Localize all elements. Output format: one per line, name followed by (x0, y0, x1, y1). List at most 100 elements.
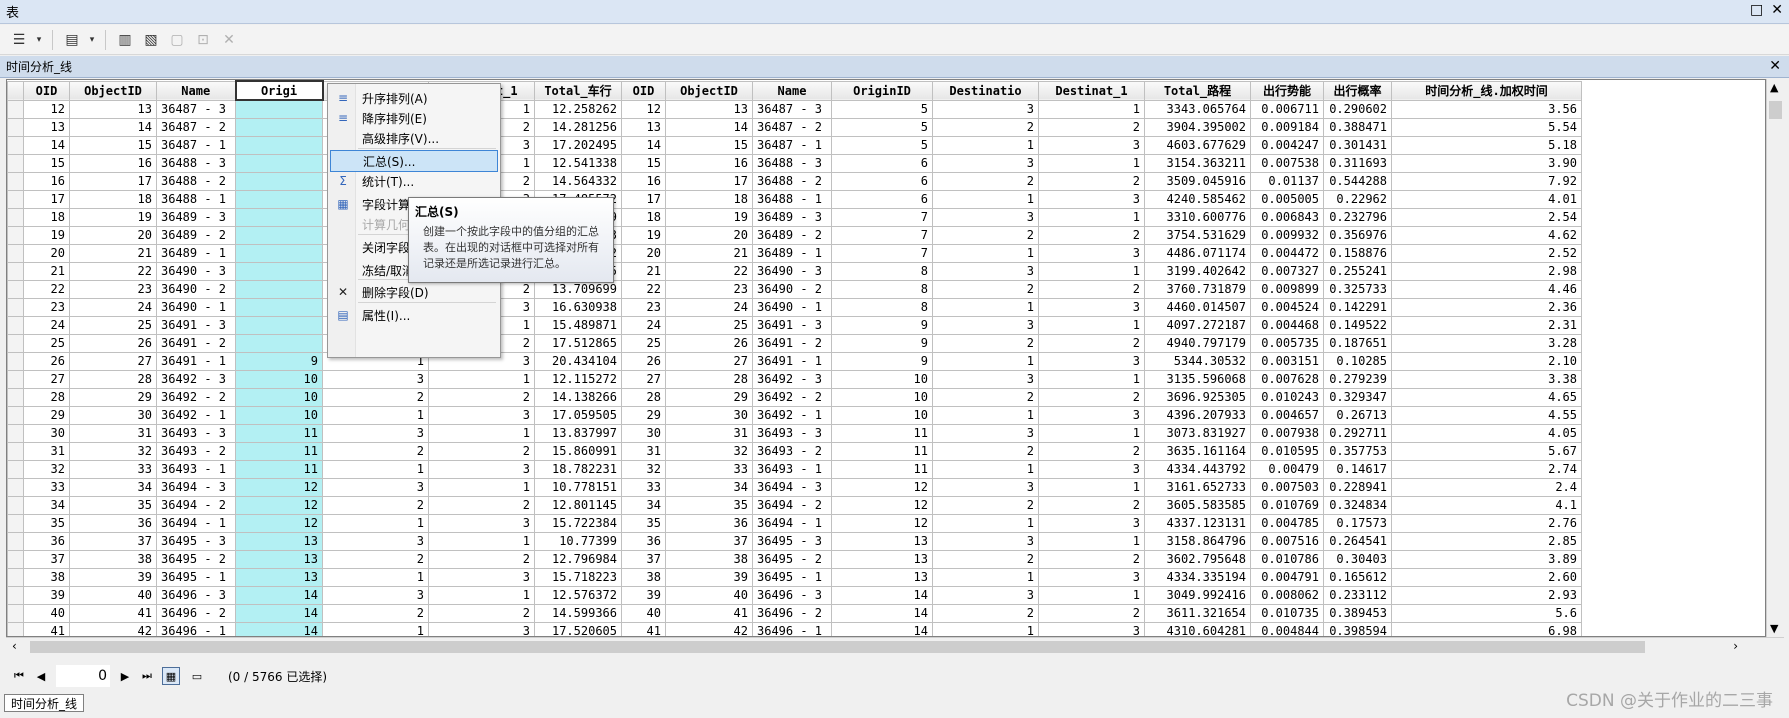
table-cell[interactable]: 14 (23, 135, 70, 155)
table-cell[interactable]: 1 (932, 621, 1039, 636)
table-cell[interactable]: 10 (235, 387, 323, 407)
table-cell[interactable]: 0.149522 (1323, 315, 1392, 335)
row-selector[interactable] (7, 315, 24, 335)
row-selector[interactable] (7, 207, 24, 227)
table-cell[interactable]: 24 (665, 297, 753, 317)
table-cell[interactable]: 1 (322, 567, 429, 587)
table-row[interactable]: 25 26 36491 - 2 2 17.512865 25 26 36491 - 29224… (7, 333, 1582, 353)
row-selector[interactable] (7, 567, 24, 587)
table-cell[interactable]: 0.005005 (1250, 189, 1324, 209)
table-cell[interactable]: 0.010595 (1250, 441, 1324, 461)
table-cell[interactable]: 0.007628 (1250, 369, 1324, 389)
table-cell[interactable]: 19 (23, 225, 70, 245)
table-cell[interactable]: 3 (1038, 513, 1145, 533)
table-cell[interactable]: 2 (932, 117, 1039, 137)
table-cell[interactable]: 0.311693 (1323, 153, 1392, 173)
table-cell[interactable]: 33 (665, 459, 753, 479)
table-cell[interactable]: 2 (1038, 495, 1145, 515)
table-cell[interactable]: 0.329347 (1323, 387, 1392, 407)
table-cell[interactable]: 7 (831, 225, 933, 245)
table-cell[interactable]: 0.003151 (1250, 351, 1324, 371)
table-cell[interactable]: 20 (23, 243, 70, 263)
table-cell[interactable]: 25 (621, 333, 666, 353)
table-cell[interactable]: 8 (831, 261, 933, 281)
table-cell[interactable]: 37 (23, 549, 70, 569)
table-cell[interactable]: 0.30403 (1323, 549, 1392, 569)
table-cell[interactable]: 13 (621, 117, 666, 137)
table-cell[interactable]: 36495 - 3 (752, 531, 832, 551)
table-cell[interactable]: 3.89 (1391, 549, 1582, 569)
table-cell[interactable]: 1 (932, 135, 1039, 155)
table-cell[interactable]: 14.564332 (534, 171, 622, 191)
table-cell[interactable]: 0.264541 (1323, 531, 1392, 551)
table-cell[interactable]: 13 (235, 549, 323, 569)
row-selector[interactable] (7, 603, 24, 623)
table-tab-title[interactable]: 时间分析_线 (6, 58, 72, 75)
table-cell[interactable]: 36496 - 3 (752, 585, 832, 605)
table-cell[interactable]: 36492 - 1 (156, 405, 236, 425)
table-cell[interactable]: 23 (69, 279, 157, 299)
table-cell[interactable]: 36494 - 3 (156, 477, 236, 497)
table-cell[interactable]: 28 (69, 369, 157, 389)
table-cell[interactable]: 3.90 (1391, 153, 1582, 173)
table-cell[interactable]: 0.004524 (1250, 297, 1324, 317)
menu-item[interactable]: ≡ 降序排列(E) (330, 107, 498, 129)
table-cell[interactable]: 3 (428, 567, 535, 587)
table-cell[interactable]: 0.006843 (1250, 207, 1324, 227)
table-cell[interactable]: 0.398594 (1323, 621, 1392, 636)
table-cell[interactable]: 20 (665, 225, 753, 245)
table-cell[interactable]: 4334.443792 (1144, 459, 1251, 479)
table-row[interactable]: 181936489 - 3110.927099181936489 - 37313… (7, 207, 1582, 227)
row-selector[interactable] (7, 549, 24, 569)
table-cell[interactable]: 38 (665, 549, 753, 569)
table-cell[interactable]: 3 (932, 423, 1039, 443)
table-cell[interactable]: 15 (621, 153, 666, 173)
table-row[interactable]: 36 37 36495 - 3 13 3 1 10.77399 36 37 36495 - 3 13… (7, 531, 1582, 551)
table-cell[interactable]: 17.202495 (534, 135, 622, 155)
table-cell[interactable]: 28 (23, 387, 70, 407)
table-cell[interactable]: 36 (665, 513, 753, 533)
switch-selection-icon[interactable]: ▧ (140, 29, 162, 51)
table-cell[interactable]: 19 (69, 207, 157, 227)
table-cell[interactable]: 36495 - 2 (752, 549, 832, 569)
table-cell[interactable]: 2 (1038, 333, 1145, 353)
row-selector[interactable] (7, 297, 24, 317)
table-cell[interactable]: 33 (69, 459, 157, 479)
table-cell[interactable]: 1 (932, 459, 1039, 479)
table-cell[interactable]: 29 (665, 387, 753, 407)
table-cell[interactable]: 31 (69, 423, 157, 443)
row-selector[interactable] (7, 441, 24, 461)
table-row[interactable]: 192036489 - 2212.950093192036489 - 27223… (7, 225, 1582, 245)
table-cell[interactable]: 3 (322, 477, 429, 497)
table-cell[interactable]: 0.004844 (1250, 621, 1324, 636)
menu-item[interactable]: ≡ 升序排列(A) (330, 87, 498, 109)
table-cell[interactable]: 34 (621, 495, 666, 515)
table-cell[interactable]: 2 (322, 603, 429, 623)
table-cell[interactable]: 40 (23, 603, 70, 623)
table-cell[interactable]: 36493 - 2 (156, 441, 236, 461)
table-cell[interactable]: 16 (665, 153, 753, 173)
table-cell[interactable]: 3760.731879 (1144, 279, 1251, 299)
table-cell[interactable]: 20.434104 (534, 351, 622, 371)
row-selector[interactable] (7, 117, 24, 137)
table-cell[interactable]: 4310.604281 (1144, 621, 1251, 636)
table-cell[interactable]: 14 (69, 117, 157, 137)
table-cell[interactable]: 36487 - 2 (752, 117, 832, 137)
row-selector[interactable] (7, 351, 24, 371)
table-cell[interactable]: 0.010769 (1250, 495, 1324, 515)
table-cell[interactable]: 13 (831, 549, 933, 569)
table-cell[interactable]: 36490 - 3 (156, 261, 236, 281)
table-cell[interactable]: 12.115272 (534, 369, 622, 389)
table-cell[interactable]: 36489 - 3 (156, 207, 236, 227)
table-cell[interactable]: 3 (1038, 405, 1145, 425)
table-cell[interactable]: 15.718223 (534, 567, 622, 587)
table-cell[interactable]: 10 (831, 405, 933, 425)
table-cell[interactable]: 36491 - 3 (156, 315, 236, 335)
table-cell[interactable]: 36496 - 3 (156, 585, 236, 605)
table-cell[interactable]: 1 (428, 423, 535, 443)
table-cell[interactable]: 0.187651 (1323, 333, 1392, 353)
table-cell[interactable]: 2.74 (1391, 459, 1582, 479)
table-cell[interactable]: 3 (932, 99, 1039, 119)
table-cell[interactable]: 4.01 (1391, 189, 1582, 209)
table-cell[interactable]: 13.837997 (534, 423, 622, 443)
